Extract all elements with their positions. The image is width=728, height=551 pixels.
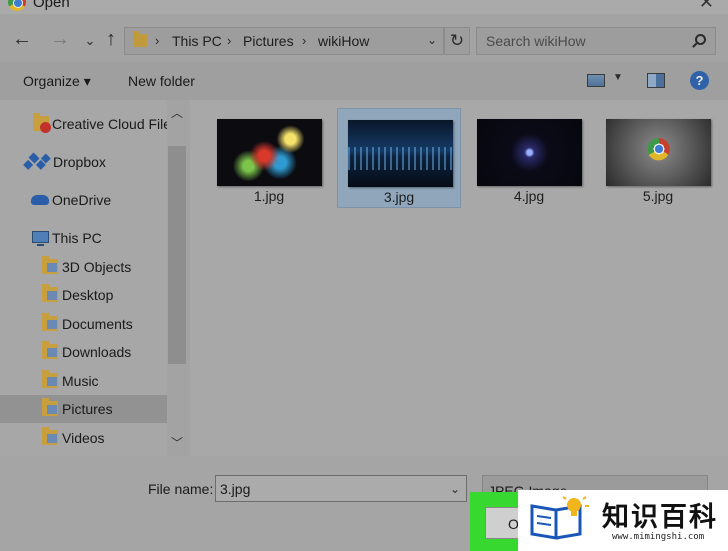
preview-pane-icon[interactable] bbox=[647, 73, 665, 88]
sidebar-item-documents[interactable]: Documents bbox=[0, 310, 167, 338]
sidebar-item-dropbox[interactable]: Dropbox bbox=[0, 148, 167, 176]
folder-icon bbox=[42, 284, 58, 302]
watermark: 知识百科 www.mimingshi.com bbox=[518, 490, 728, 551]
sidebar-item-3d-objects[interactable]: 3D Objects bbox=[0, 253, 167, 281]
chevron-down-icon[interactable]: ﹀ bbox=[171, 434, 183, 451]
chevron-right-icon[interactable]: › bbox=[227, 33, 231, 48]
file-item-1-jpg[interactable]: 1.jpg bbox=[207, 108, 331, 208]
file-name-field[interactable]: 3.jpg ⌄ bbox=[215, 475, 467, 502]
folder-icon bbox=[42, 370, 58, 388]
sidebar-item-label: Creative Cloud Files bbox=[52, 116, 167, 132]
file-name-value[interactable]: 3.jpg bbox=[220, 481, 250, 497]
sidebar-item-videos[interactable]: Videos bbox=[0, 424, 167, 452]
search-placeholder: Search wikiHow bbox=[486, 33, 586, 49]
file-name: 5.jpg bbox=[642, 188, 674, 204]
onedrive-icon bbox=[31, 195, 49, 205]
folder-icon bbox=[42, 427, 58, 445]
navigation-bar: ← → ⌄ ↑ › This PC › Pictures › wikiHow ⌄… bbox=[0, 24, 728, 58]
sidebar-item-creative-cloud-files[interactable]: Creative Cloud Files bbox=[0, 110, 167, 138]
file-item-5-jpg[interactable]: 5.jpg bbox=[596, 108, 720, 208]
chevron-up-icon[interactable]: ︿ bbox=[171, 104, 183, 121]
sidebar-item-label: This PC bbox=[52, 230, 102, 246]
folder-icon bbox=[42, 313, 58, 331]
close-icon[interactable]: ✕ bbox=[699, 0, 714, 13]
search-input[interactable]: Search wikiHow bbox=[476, 27, 716, 55]
command-bar: Organize ▾ New folder ▼ ? bbox=[0, 62, 728, 100]
watermark-title: 知识百科 bbox=[602, 502, 718, 533]
file-name: 3.jpg bbox=[383, 189, 415, 205]
navigation-pane: Creative Cloud Files Dropbox OneDrive Th… bbox=[0, 100, 167, 456]
file-item-3-jpg[interactable]: 3.jpg bbox=[337, 108, 461, 208]
dropbox-icon bbox=[30, 154, 48, 170]
sidebar-item-label: Downloads bbox=[62, 344, 132, 360]
creative-cloud-folder-icon bbox=[33, 113, 51, 133]
folder-icon bbox=[42, 398, 58, 416]
up-button[interactable]: ↑ bbox=[99, 28, 123, 51]
navigation-scrollbar[interactable]: ︿ ﹀ bbox=[167, 100, 187, 456]
chrome-icon bbox=[8, 0, 26, 11]
file-name: 4.jpg bbox=[513, 188, 545, 204]
organize-button[interactable]: Organize ▾ bbox=[23, 73, 91, 90]
watermark-url: www.mimingshi.com bbox=[612, 532, 705, 542]
breadcrumb-wikihow[interactable]: wikiHow bbox=[318, 33, 369, 49]
sidebar-item-label: Documents bbox=[62, 316, 133, 332]
chevron-right-icon[interactable]: › bbox=[155, 33, 159, 48]
sidebar-item-downloads[interactable]: Downloads bbox=[0, 338, 167, 366]
help-icon[interactable]: ? bbox=[690, 71, 709, 90]
folder-icon bbox=[42, 256, 58, 274]
sidebar-item-pictures[interactable]: Pictures bbox=[0, 395, 167, 423]
sidebar-item-label: Dropbox bbox=[53, 154, 106, 170]
sidebar-item-label: Pictures bbox=[62, 401, 113, 417]
chevron-down-icon[interactable]: ⌄ bbox=[450, 482, 460, 496]
title-bar: Open ✕ bbox=[0, 0, 728, 14]
sidebar-item-this-pc[interactable]: This PC bbox=[0, 224, 167, 252]
window-title: Open bbox=[33, 0, 70, 11]
file-name-label: File name: bbox=[148, 481, 214, 497]
file-item-4-jpg[interactable]: 4.jpg bbox=[467, 108, 591, 208]
search-icon bbox=[695, 34, 706, 45]
file-list: 1.jpg 3.jpg 4.jpg 5.jpg bbox=[190, 100, 728, 456]
sidebar-item-music[interactable]: Music bbox=[0, 367, 167, 395]
sidebar-item-label: OneDrive bbox=[52, 192, 112, 208]
back-button[interactable]: ← bbox=[10, 28, 34, 51]
sidebar-item-label: Music bbox=[62, 373, 99, 389]
breadcrumb-this-pc[interactable]: This PC bbox=[172, 33, 222, 49]
chevron-right-icon[interactable]: › bbox=[302, 33, 306, 48]
refresh-button[interactable]: ↻ bbox=[444, 27, 470, 55]
chevron-down-icon[interactable]: ⌄ bbox=[427, 33, 437, 47]
change-view-icon[interactable] bbox=[587, 74, 605, 87]
folder-icon bbox=[42, 341, 58, 359]
sidebar-item-onedrive[interactable]: OneDrive bbox=[0, 186, 167, 214]
image-thumbnail bbox=[606, 119, 711, 186]
sidebar-item-label: Videos bbox=[62, 430, 105, 446]
computer-icon bbox=[32, 231, 49, 246]
open-dialog: Open ✕ ← → ⌄ ↑ › This PC › Pictures › wi… bbox=[0, 0, 728, 551]
image-thumbnail bbox=[217, 119, 322, 186]
book-lightbulb-logo-icon bbox=[530, 496, 589, 540]
breadcrumb-pictures[interactable]: Pictures bbox=[243, 33, 294, 49]
sidebar-item-desktop[interactable]: Desktop bbox=[0, 281, 167, 309]
file-name: 1.jpg bbox=[253, 188, 285, 204]
forward-button[interactable]: → bbox=[48, 28, 72, 51]
image-thumbnail bbox=[477, 119, 582, 186]
address-bar[interactable]: › This PC › Pictures › wikiHow ⌄ bbox=[124, 27, 444, 55]
folder-icon bbox=[133, 31, 147, 47]
chevron-down-icon[interactable]: ▼ bbox=[613, 72, 623, 83]
new-folder-button[interactable]: New folder bbox=[128, 73, 195, 89]
scrollbar-thumb[interactable] bbox=[168, 146, 186, 364]
sidebar-item-label: Desktop bbox=[62, 287, 114, 303]
image-thumbnail bbox=[348, 120, 453, 187]
sidebar-item-label: 3D Objects bbox=[62, 259, 132, 275]
